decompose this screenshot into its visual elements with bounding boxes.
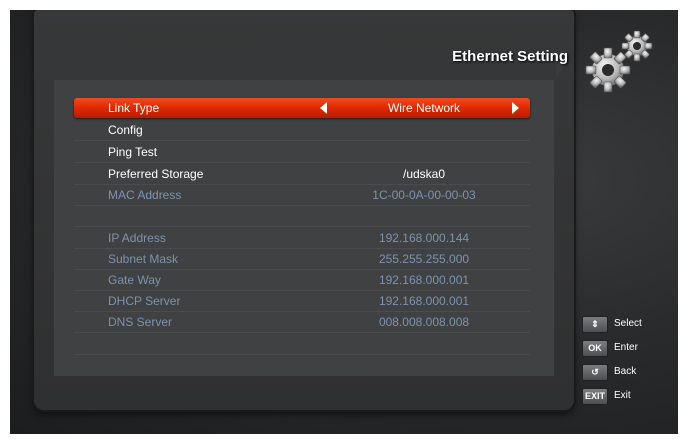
preferred-storage-label: Preferred Storage [108,167,204,181]
dns-server-value: 008.008.008.008 [378,315,470,329]
tv-screen: Ethernet Setting Link Type Wire Network … [10,10,678,434]
legend-select-label: Select [614,318,642,329]
mac-address-label: MAC Address [108,188,182,202]
subnet-mask-row: Subnet Mask 255.255.255.000 [74,249,530,270]
mac-address-value: 1C-00-0A-00-00-03 [372,188,476,202]
preferred-storage-row[interactable]: Preferred Storage /udska0 [74,164,530,185]
header: Ethernet Setting [430,48,580,72]
legend-back: ↺ Back [582,364,678,382]
ping-test-label: Ping Test [108,145,158,159]
ip-address-label: IP Address [108,231,166,245]
preferred-storage-value: /udska0 [402,167,446,181]
dns-server-row: DNS Server 008.008.008.008 [74,312,530,333]
page-title: Ethernet Setting [452,48,568,65]
legend-enter: OK Enter [582,340,678,358]
gateway-value: 192.168.000.001 [378,273,470,287]
config-row[interactable]: Config [74,120,530,141]
arrow-right-icon[interactable] [512,102,519,114]
config-label: Config [108,123,143,137]
link-type-label: Link Type [108,101,160,115]
empty-row [74,334,530,355]
ip-address-row: IP Address 192.168.000.144 [74,228,530,249]
exit-key-icon: EXIT [582,388,608,405]
dhcp-server-label: DHCP Server [108,294,181,308]
legend-back-label: Back [614,366,637,377]
ok-key-icon: OK [582,340,608,357]
subnet-mask-label: Subnet Mask [108,252,179,266]
dhcp-server-row: DHCP Server 192.168.000.001 [74,291,530,312]
legend-exit-label: Exit [614,390,631,401]
back-key-icon: ↺ [582,364,608,381]
legend-enter-label: Enter [614,342,638,353]
updown-key-icon: ⇕ [582,316,608,333]
gears-icon [582,18,662,98]
subnet-mask-value: 255.255.255.000 [378,252,470,266]
ping-test-row[interactable]: Ping Test [74,142,530,163]
spacer-row [74,206,530,227]
gateway-row: Gate Way 192.168.000.001 [74,270,530,291]
legend-select: ⇕ Select [582,316,678,334]
link-type-value: Wire Network [387,101,460,115]
ip-address-value: 192.168.000.144 [378,231,470,245]
link-type-row[interactable]: Link Type Wire Network [74,98,530,118]
dns-server-label: DNS Server [108,315,173,329]
legend-exit: EXIT Exit [582,388,678,406]
mac-address-row: MAC Address 1C-00-0A-00-00-03 [74,185,530,206]
dhcp-server-value: 192.168.000.001 [378,294,470,308]
gateway-label: Gate Way [108,273,161,287]
